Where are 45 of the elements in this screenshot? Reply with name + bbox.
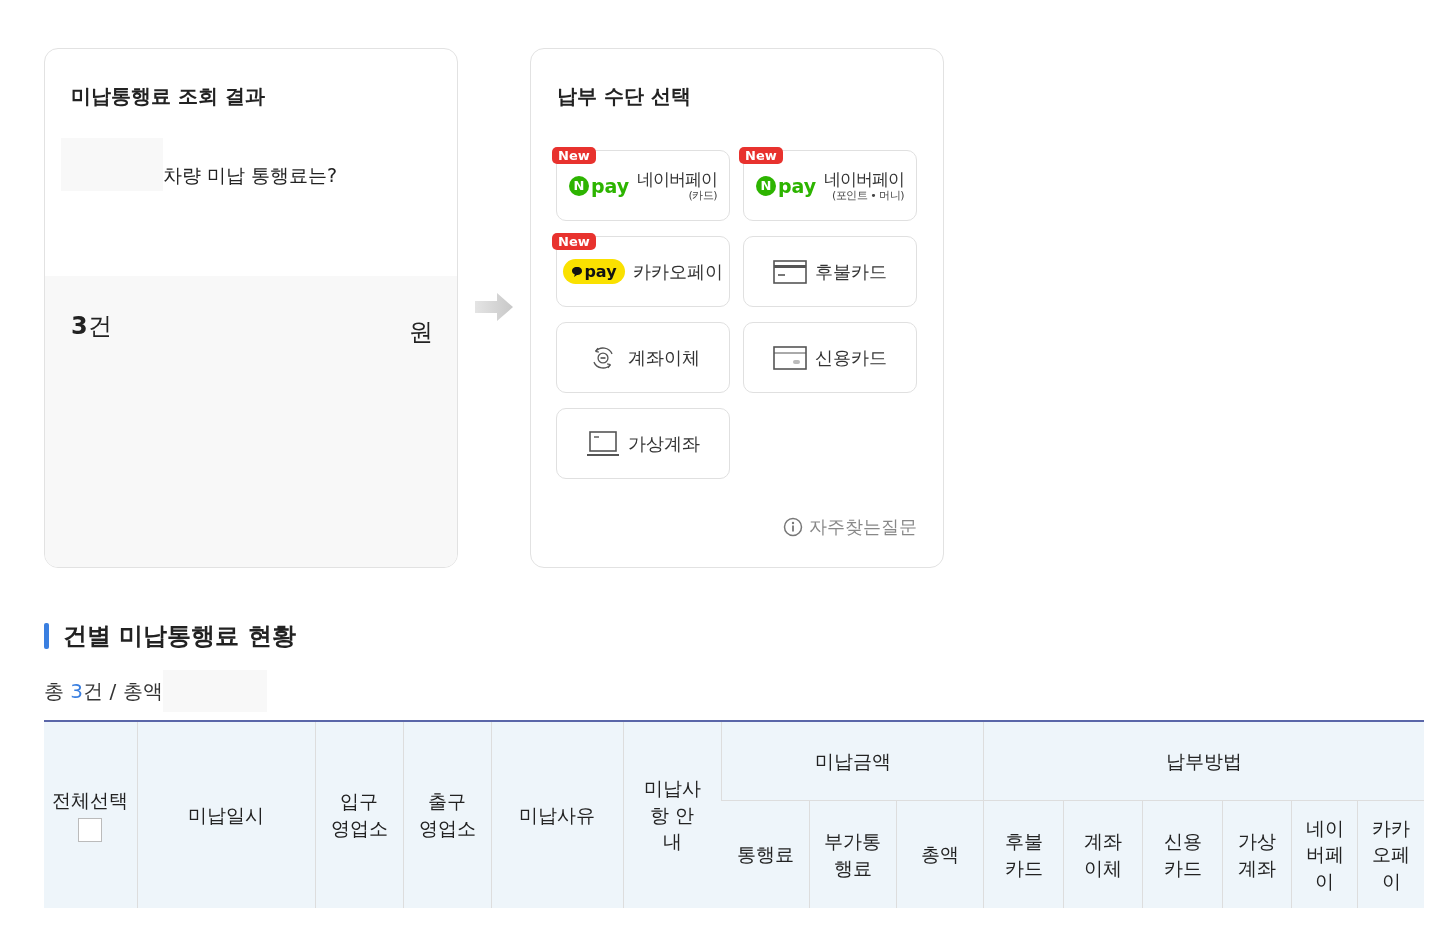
logo-text: pay — [777, 174, 817, 197]
accent-bar — [44, 623, 49, 649]
column-header: 총액 — [921, 842, 960, 868]
card-icon — [773, 343, 807, 372]
column-header: 미납사항 안내 — [643, 776, 702, 855]
column-header: 통행료 — [736, 842, 794, 868]
arrow-right-icon — [475, 293, 513, 321]
column-header: 미납사유 — [519, 802, 596, 828]
summary-text: 총 3건 / 총액 — [44, 677, 163, 705]
column-group-header: 납부방법 — [1166, 748, 1243, 774]
logo-badge: N — [568, 175, 589, 196]
column-header: 부가통행료 — [824, 828, 882, 881]
column-header: 입구 영업소 — [329, 789, 389, 841]
count-text: 3건 — [71, 311, 112, 342]
column-header: 카카오페이 — [1371, 815, 1412, 894]
speech-bubble-icon — [571, 265, 584, 278]
card-icon — [773, 257, 807, 286]
column-header: 미납일시 — [188, 802, 265, 828]
new-badge: New — [552, 233, 596, 250]
column-header: 가상계좌 — [1237, 828, 1278, 881]
column-header: 출구 영업소 — [417, 789, 477, 841]
info-icon — [783, 517, 803, 537]
payment-option-button[interactable]: 신용카드 — [743, 322, 917, 393]
select-all-label: 전체선택 — [52, 788, 129, 813]
question-text: 차량 미납 통행료는? — [163, 163, 338, 188]
logo-badge: N — [755, 175, 776, 196]
currency-text: 원 — [409, 317, 433, 348]
column-header: 후불카드 — [1003, 828, 1044, 881]
card-title: 미납통행료 조회 결과 — [70, 83, 266, 110]
select-all-checkbox[interactable] — [78, 818, 103, 842]
section-title: 건별 미납통행료 현황 — [63, 621, 296, 652]
logo-text: pay — [590, 174, 630, 197]
logo-text: pay — [584, 262, 617, 281]
column-header: 신용카드 — [1162, 828, 1203, 881]
laptop-icon — [586, 429, 620, 458]
payment-option-button[interactable]: 계좌이체 — [556, 322, 730, 393]
payment-option-button[interactable]: 가상계좌 — [556, 408, 730, 479]
column-group-header: 미납금액 — [814, 748, 891, 774]
payment-option-button[interactable]: 후불카드 — [743, 236, 917, 307]
new-badge: New — [739, 147, 783, 164]
card-title: 납부 수단 선택 — [556, 83, 692, 110]
column-header: 네이버페이 — [1304, 815, 1345, 894]
new-badge: New — [552, 147, 596, 164]
column-header: 계좌이체 — [1083, 828, 1124, 881]
faq-link[interactable]: 자주찾는질문 — [783, 515, 917, 539]
